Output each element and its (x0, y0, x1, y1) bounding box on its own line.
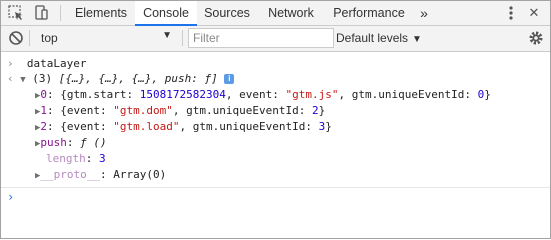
proto-property[interactable]: ▶__proto__: Array(0) (35, 167, 166, 183)
tab-elements[interactable]: Elements (67, 1, 135, 25)
tab-network[interactable]: Network (260, 1, 322, 25)
entry-value: "gtm.load" (113, 120, 180, 133)
entry-value: "gtm.js" (285, 88, 339, 101)
entry-key: event (239, 88, 273, 101)
length-property: length: 3 (46, 152, 106, 165)
push-property[interactable]: ▶push: ƒ () (35, 135, 107, 151)
tab-bar: Elements Console Sources Network Perform… (1, 1, 550, 26)
property-key: __proto__ (40, 168, 101, 181)
settings-menu-icon[interactable] (502, 4, 520, 22)
tab-console[interactable]: Console (135, 1, 197, 26)
array-entry[interactable]: ▶1: {event: "gtm.dom", gtm.uniqueEventId… (35, 103, 325, 119)
entry-value: 2 (312, 104, 319, 117)
chevron-left-icon: ‹ (7, 72, 14, 85)
console-divider (1, 187, 550, 188)
entry-key: event (66, 104, 101, 117)
chevron-right-icon: › (7, 57, 14, 70)
array-summary[interactable]: ‹ ▼ (3) [{…}, {…}, {…}, push: ƒ] i (7, 71, 235, 87)
chevron-down-icon: ▼ (162, 30, 172, 41)
property-value: ƒ () (80, 136, 107, 149)
command-text: dataLayer (26, 57, 87, 70)
toolbar-divider (182, 30, 183, 46)
property-key: length (46, 152, 86, 165)
console-input-line: › dataLayer (7, 56, 86, 72)
entry-value: "gtm.dom" (113, 104, 173, 117)
array-entry[interactable]: ▶2: {event: "gtm.load", gtm.uniqueEventI… (35, 119, 332, 135)
array-count: (3) (32, 72, 53, 85)
close-icon[interactable]: ✕ (523, 1, 545, 25)
entry-key: gtm.uniqueEventId (351, 88, 465, 101)
entry-value: 0 (477, 88, 485, 101)
entry-key: event (66, 120, 101, 133)
property-key: push (40, 136, 67, 149)
entry-index: 1 (40, 104, 48, 117)
console-prompt-icon[interactable]: › (7, 190, 14, 204)
inspect-element-icon[interactable] (7, 4, 25, 22)
tab-bar-divider (60, 5, 61, 21)
clear-console-icon[interactable] (7, 29, 25, 47)
property-value: 3 (99, 152, 106, 165)
entry-value: 1508172582304 (139, 88, 226, 101)
devtools-window: Elements Console Sources Network Perform… (0, 0, 551, 239)
tab-sources[interactable]: Sources (198, 1, 256, 25)
entry-key: gtm.start (66, 88, 127, 101)
log-levels-label: Default levels (336, 31, 409, 45)
console-toolbar: top ▼ Default levels▼ (1, 26, 550, 52)
entry-key: gtm.uniqueEventId (186, 104, 299, 117)
gear-icon[interactable] (527, 29, 545, 47)
console-output: › dataLayer ‹ ▼ (3) [{…}, {…}, {…}, push… (1, 52, 550, 238)
tab-performance[interactable]: Performance (326, 1, 412, 25)
log-levels-dropdown[interactable]: Default levels ▼ (336, 31, 422, 45)
context-select-value: top (41, 31, 58, 45)
info-icon[interactable]: i (224, 74, 235, 84)
context-select[interactable]: top ▼ (33, 28, 178, 48)
entry-key: gtm.uniqueEventId (192, 120, 306, 133)
array-preview: [{…}, {…}, {…}, push: ƒ] (58, 72, 218, 85)
filter-input[interactable] (188, 28, 334, 48)
entry-index: 2 (40, 120, 48, 133)
entry-index: 0 (40, 88, 48, 101)
entry-value: 3 (318, 120, 326, 133)
more-tabs-icon[interactable]: » (412, 1, 436, 25)
array-entry[interactable]: ▶0: {gtm.start: 1508172582304, event: "g… (35, 87, 491, 103)
property-value: Array(0) (113, 168, 167, 181)
toolbar-divider (29, 30, 30, 46)
device-toolbar-icon[interactable] (32, 4, 50, 22)
chevron-down-icon: ▼ (412, 34, 422, 45)
